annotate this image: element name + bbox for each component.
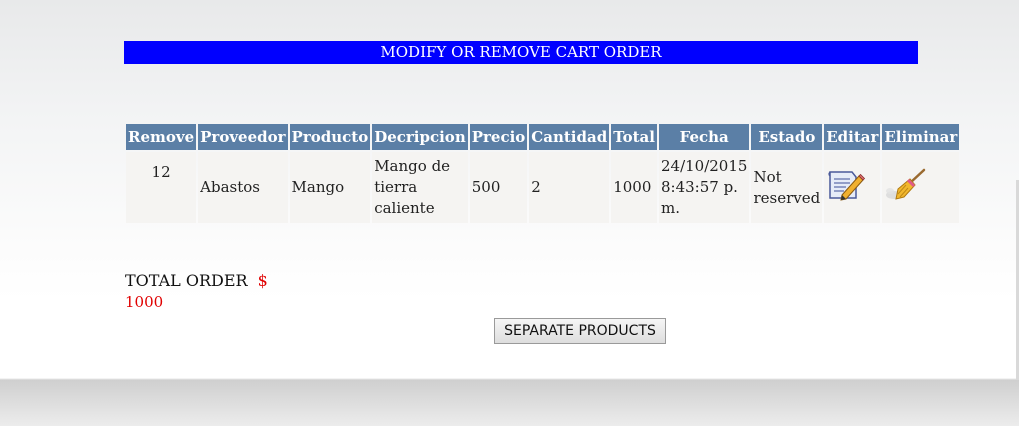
cell-fecha: 24/10/2015 8:43:57 p. m. (658, 152, 750, 223)
col-producto: Producto (289, 124, 371, 150)
cell-estado: Not reserved (751, 152, 823, 223)
col-estado: Estado (751, 124, 823, 150)
page-title: MODIFY OR REMOVE CART ORDER (380, 43, 662, 61)
col-fecha: Fecha (658, 124, 750, 150)
cell-remove: 12 (126, 152, 197, 223)
col-cantidad: Cantidad (529, 124, 610, 150)
cell-descripcion: Mango de tierra caliente (372, 152, 468, 223)
broom-icon[interactable] (884, 167, 932, 209)
separate-products-button[interactable]: SEPARATE PRODUCTS (494, 318, 666, 344)
col-remove: Remove (126, 124, 197, 150)
table-row: 12 Abastos Mango Mango de tierra calient… (126, 152, 960, 223)
cell-proveedor: Abastos (198, 152, 288, 223)
col-total: Total (611, 124, 657, 150)
cell-editar (824, 152, 881, 223)
total-currency-symbol: $ (257, 271, 268, 290)
cell-total: 1000 (611, 152, 657, 223)
cart-table: Remove Proveedor Producto Decripcion Pre… (124, 122, 961, 225)
total-order-label: TOTAL ORDER $ (125, 271, 268, 290)
cell-producto: Mango (289, 152, 371, 223)
col-descripcion: Decripcion (372, 124, 468, 150)
table-header-row: Remove Proveedor Producto Decripcion Pre… (126, 124, 960, 150)
cell-precio: 500 (469, 152, 528, 223)
col-proveedor: Proveedor (198, 124, 288, 150)
cell-eliminar (882, 152, 960, 223)
total-order-value: 1000 (125, 293, 164, 311)
col-eliminar: Eliminar (882, 124, 960, 150)
page-title-bar: MODIFY OR REMOVE CART ORDER (124, 41, 918, 64)
edit-document-pencil-icon[interactable] (826, 168, 866, 208)
total-order-text: TOTAL ORDER (125, 271, 248, 290)
cell-cantidad: 2 (529, 152, 610, 223)
col-editar: Editar (824, 124, 881, 150)
col-precio: Precio (469, 124, 528, 150)
